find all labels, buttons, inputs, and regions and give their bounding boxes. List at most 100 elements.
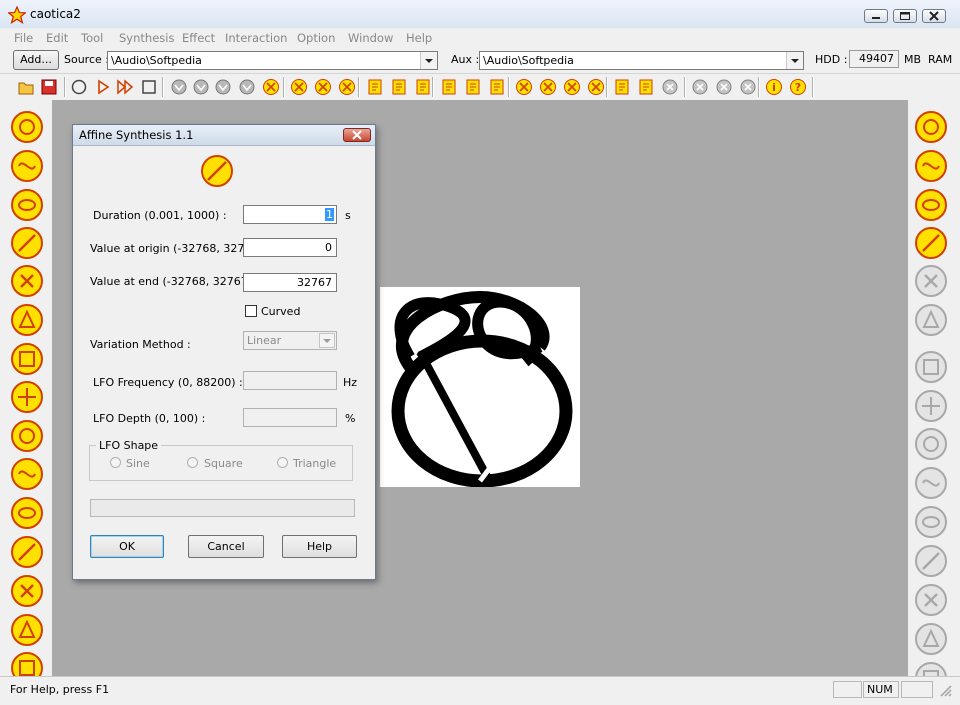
dialog-close-button[interactable]	[343, 128, 371, 142]
filter2-icon[interactable]	[192, 78, 210, 96]
circle-icon[interactable]	[914, 110, 948, 144]
source-select[interactable]: \Audio\Softpedia	[107, 51, 438, 70]
chevron-down-icon	[319, 333, 335, 348]
minimize-button[interactable]	[864, 9, 888, 23]
toolbar: i?	[0, 73, 960, 101]
save-as-icon[interactable]	[613, 78, 631, 96]
cancel-icon[interactable]	[739, 78, 757, 96]
lfo-depth-input[interactable]	[243, 408, 337, 427]
lfo-depth-label: LFO Depth (0, 100) :	[93, 412, 206, 425]
menu-edit[interactable]: Edit	[46, 31, 68, 45]
orbit-icon[interactable]	[10, 264, 44, 298]
cross1-icon[interactable]	[290, 78, 308, 96]
fast-forward-icon[interactable]	[116, 78, 134, 96]
info-icon[interactable]: i	[765, 78, 783, 96]
menu-synthesis[interactable]: Synthesis	[119, 31, 174, 45]
duration-label: Duration (0.001, 1000) :	[93, 209, 227, 222]
burst-icon[interactable]	[10, 496, 44, 530]
clock-circle-icon[interactable]	[10, 613, 44, 647]
info-doc-icon[interactable]	[440, 78, 458, 96]
layers-icon[interactable]	[914, 544, 948, 578]
menu-effect[interactable]: Effect	[182, 31, 215, 45]
origin-value: 0	[325, 241, 332, 254]
play-icon[interactable]	[94, 78, 112, 96]
diamond-star-icon[interactable]	[10, 110, 44, 144]
close-window-button[interactable]	[922, 9, 946, 23]
copy-icon[interactable]	[366, 78, 384, 96]
lemniscate-icon[interactable]	[914, 149, 948, 183]
square-frame-icon[interactable]	[10, 457, 44, 491]
ellipse-ring-icon[interactable]	[10, 303, 44, 337]
add-button[interactable]: Add...	[13, 50, 59, 70]
menu-help[interactable]: Help	[406, 31, 432, 45]
help-button[interactable]: Help	[282, 535, 357, 558]
pillars-icon[interactable]	[914, 427, 948, 461]
export-icon[interactable]	[637, 78, 655, 96]
ok-button[interactable]: OK	[90, 535, 164, 558]
drop-icon[interactable]	[515, 78, 533, 96]
knot-icon[interactable]	[10, 188, 44, 222]
stop-icon[interactable]	[140, 78, 158, 96]
gear2-icon[interactable]	[563, 78, 581, 96]
gear1-icon[interactable]	[539, 78, 557, 96]
filter4-icon[interactable]	[238, 78, 256, 96]
filter5-icon[interactable]	[262, 78, 280, 96]
d-shape-icon[interactable]	[914, 622, 948, 656]
menu-file[interactable]: File	[14, 31, 33, 45]
duration-input[interactable]: 1	[243, 205, 337, 224]
open-icon[interactable]	[17, 78, 35, 96]
curved-checkbox[interactable]	[245, 305, 257, 317]
cross-circle-icon[interactable]	[914, 389, 948, 423]
image-icon[interactable]	[488, 78, 506, 96]
sum-icon[interactable]	[464, 78, 482, 96]
variation-select[interactable]: Linear	[243, 331, 337, 350]
paste-icon[interactable]	[390, 78, 408, 96]
menu-interaction[interactable]: Interaction	[225, 31, 287, 45]
aux-select[interactable]: \Audio\Softpedia	[479, 51, 804, 70]
square-label: Square	[204, 457, 243, 470]
spiral-square-icon[interactable]	[10, 574, 44, 608]
ellipse-arrow-icon[interactable]	[914, 188, 948, 222]
record-icon[interactable]	[715, 78, 733, 96]
dots-diagonal-icon[interactable]	[10, 535, 44, 569]
x-circle-icon[interactable]	[914, 264, 948, 298]
origin-input[interactable]: 0	[243, 238, 337, 257]
save-icon[interactable]	[40, 78, 58, 96]
curved-label: Curved	[261, 305, 301, 318]
diagonal-bars-icon[interactable]	[10, 226, 44, 260]
lfo-shape-label: LFO Shape	[96, 439, 162, 452]
flower-icon[interactable]	[914, 350, 948, 384]
arrows-icon[interactable]	[10, 419, 44, 453]
paste-special-icon[interactable]	[414, 78, 432, 96]
filter3-icon[interactable]	[214, 78, 232, 96]
toolbar-separator	[606, 77, 608, 97]
sine-radio[interactable]	[110, 457, 121, 468]
hourglass-icon[interactable]	[914, 466, 948, 500]
filter1-icon[interactable]	[170, 78, 188, 96]
wedge-icon[interactable]	[10, 380, 44, 414]
mask-icon[interactable]	[914, 303, 948, 337]
resize-grip-icon[interactable]	[938, 683, 952, 697]
oval-rings-icon[interactable]	[914, 583, 948, 617]
toolbar-separator	[162, 77, 164, 97]
cross2-icon[interactable]	[314, 78, 332, 96]
menu-tool[interactable]: Tool	[81, 31, 103, 45]
lfo-frequency-input[interactable]	[243, 371, 337, 390]
cancel-button[interactable]: Cancel	[188, 535, 264, 558]
refresh-icon[interactable]	[691, 78, 709, 96]
spiral-cross-icon[interactable]	[10, 149, 44, 183]
affine-line-icon[interactable]	[914, 226, 948, 260]
help-icon[interactable]: ?	[789, 78, 807, 96]
circle-icon[interactable]	[70, 78, 88, 96]
cross3-icon[interactable]	[338, 78, 356, 96]
blank-doc-icon[interactable]	[661, 78, 679, 96]
menu-window[interactable]: Window	[348, 31, 393, 45]
gear3-icon[interactable]	[587, 78, 605, 96]
square-radio[interactable]	[187, 457, 198, 468]
c-spiral-icon[interactable]	[914, 505, 948, 539]
triangle-icon[interactable]	[10, 342, 44, 376]
triangle-radio[interactable]	[277, 457, 288, 468]
menu-option[interactable]: Option	[297, 31, 335, 45]
maximize-button[interactable]	[893, 9, 917, 23]
end-input[interactable]: 32767	[243, 273, 337, 292]
